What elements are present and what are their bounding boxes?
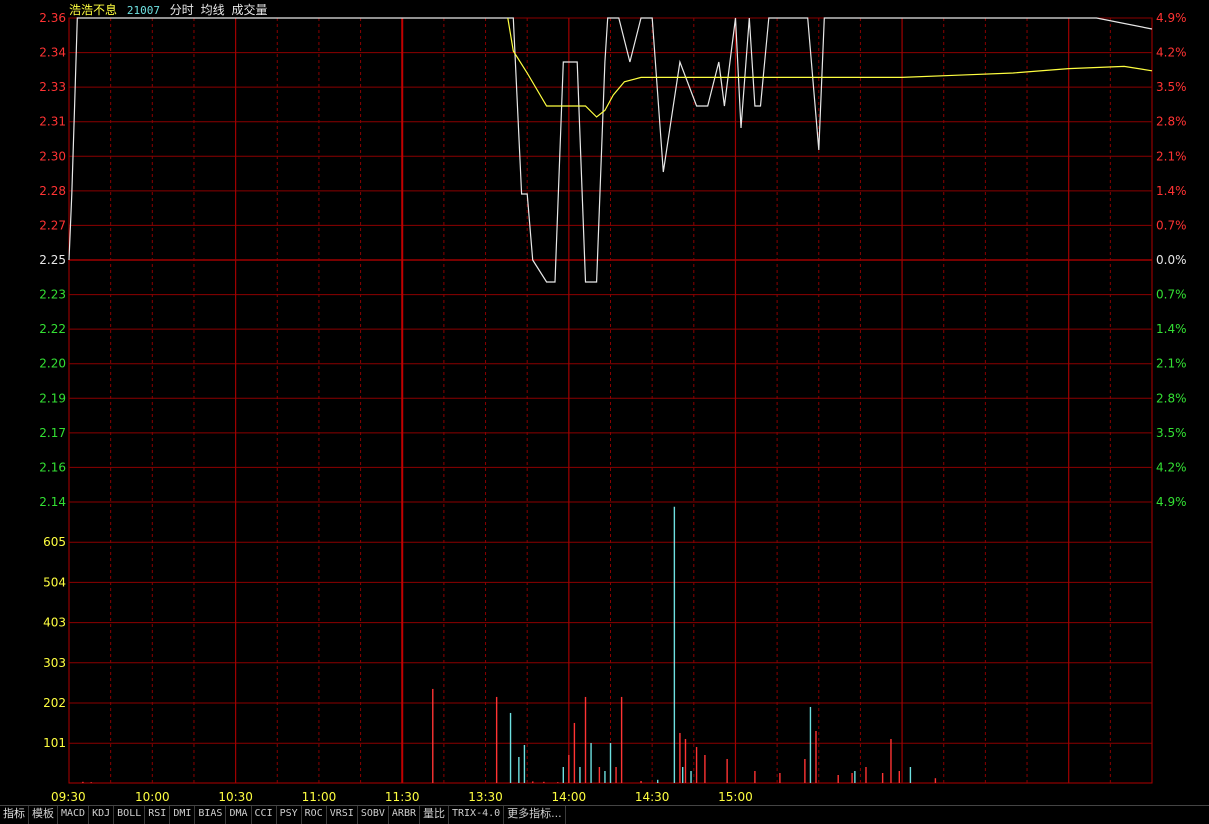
percent-tick-label: 1.4% bbox=[1156, 322, 1187, 336]
percent-tick-label: 2.8% bbox=[1156, 391, 1187, 405]
percent-tick-label: 2.1% bbox=[1156, 149, 1187, 163]
stock-code: 21007 bbox=[126, 4, 160, 17]
time-tick-label: 10:30 bbox=[218, 790, 253, 804]
price-tick-label: 2.19 bbox=[39, 391, 66, 405]
percent-tick-label: 4.2% bbox=[1156, 46, 1187, 60]
percent-tick-label: 0.0% bbox=[1156, 253, 1187, 267]
tab-psy[interactable]: PSY bbox=[277, 806, 302, 824]
stock-name: 浩浩不息 bbox=[69, 3, 118, 17]
volume-tick-label: 504 bbox=[43, 575, 66, 589]
price-tick-label: 2.23 bbox=[39, 288, 66, 302]
percent-tick-label: 3.5% bbox=[1156, 426, 1187, 440]
tab-template[interactable]: 模板 bbox=[29, 806, 58, 824]
tab-vrsi[interactable]: VRSI bbox=[327, 806, 358, 824]
time-tick-label: 11:30 bbox=[385, 790, 420, 804]
tab-boll[interactable]: BOLL bbox=[114, 806, 146, 824]
price-tick-label: 2.20 bbox=[39, 357, 66, 371]
price-tick-label: 2.30 bbox=[39, 149, 66, 163]
price-tick-label: 2.25 bbox=[39, 253, 66, 267]
percent-tick-label: 2.8% bbox=[1156, 115, 1187, 129]
volume-tick-label: 101 bbox=[43, 736, 66, 750]
price-tick-label: 2.28 bbox=[39, 184, 66, 198]
price-tick-label: 2.33 bbox=[39, 80, 66, 94]
time-tick-label: 11:00 bbox=[302, 790, 337, 804]
percent-tick-label: 0.7% bbox=[1156, 218, 1187, 232]
volume-tick-label: 403 bbox=[43, 616, 66, 630]
time-tick-label: 09:30 bbox=[51, 790, 86, 804]
time-tick-label: 15:00 bbox=[718, 790, 753, 804]
tab-bias[interactable]: BIAS bbox=[195, 806, 227, 824]
time-tick-label: 13:30 bbox=[468, 790, 503, 804]
volume-tick-label: 202 bbox=[43, 696, 66, 710]
price-tick-label: 2.22 bbox=[39, 322, 66, 336]
percent-tick-label: 4.9% bbox=[1156, 11, 1187, 25]
tab-volume-ratio[interactable]: 量比 bbox=[420, 806, 449, 824]
volume-tick-label: 303 bbox=[43, 656, 66, 670]
percent-tick-label: 1.4% bbox=[1156, 184, 1187, 198]
tab-roc[interactable]: ROC bbox=[302, 806, 327, 824]
tab-dma[interactable]: DMA bbox=[226, 806, 252, 824]
price-tick-label: 2.34 bbox=[39, 46, 66, 60]
percent-tick-label: 2.1% bbox=[1156, 357, 1187, 371]
tab-kdj[interactable]: KDJ bbox=[89, 806, 115, 824]
time-tick-label: 10:00 bbox=[135, 790, 170, 804]
tab-trix[interactable]: TRIX-4.0 bbox=[449, 806, 505, 824]
chart-header: 浩浩不息 21007 分时 均线 成交量 bbox=[69, 2, 271, 18]
time-tick-label: 14:30 bbox=[635, 790, 670, 804]
indicator-label-average[interactable]: 均线 bbox=[201, 3, 225, 17]
tab-macd[interactable]: MACD bbox=[58, 806, 90, 824]
intraday-chart[interactable]: 2.36 2.34 2.33 2.31 2.30 2.28 2.27 2.25 2.23 2.22… bbox=[0, 0, 1209, 805]
indicator-tab-bar: 指标 模板 MACD KDJ BOLL RSI DMI BIAS DMA CCI… bbox=[0, 805, 1209, 824]
price-tick-label: 2.27 bbox=[39, 218, 66, 232]
price-tick-label: 2.14 bbox=[39, 495, 66, 509]
tab-sobv[interactable]: SOBV bbox=[358, 806, 389, 824]
tab-rsi[interactable]: RSI bbox=[145, 806, 171, 824]
price-tick-label: 2.16 bbox=[39, 460, 66, 474]
percent-tick-label: 0.7% bbox=[1156, 288, 1187, 302]
percent-tick-label: 4.2% bbox=[1156, 460, 1187, 474]
percent-tick-label: 4.9% bbox=[1156, 495, 1187, 509]
percent-tick-label: 3.5% bbox=[1156, 80, 1187, 94]
tab-arbr[interactable]: ARBR bbox=[389, 806, 420, 824]
indicator-label-volume[interactable]: 成交量 bbox=[231, 3, 267, 17]
tab-indicator[interactable]: 指标 bbox=[0, 806, 29, 824]
price-tick-label: 2.31 bbox=[39, 115, 66, 129]
indicator-label-timeshare[interactable]: 分时 bbox=[170, 3, 194, 17]
volume-tick-label: 605 bbox=[43, 535, 66, 549]
tab-dmi[interactable]: DMI bbox=[170, 806, 196, 824]
time-tick-label: 14:00 bbox=[552, 790, 587, 804]
tab-more-indicators[interactable]: 更多指标... bbox=[504, 806, 566, 824]
price-tick-label: 2.36 bbox=[39, 11, 66, 25]
tab-cci[interactable]: CCI bbox=[252, 806, 277, 824]
price-tick-label: 2.17 bbox=[39, 426, 66, 440]
